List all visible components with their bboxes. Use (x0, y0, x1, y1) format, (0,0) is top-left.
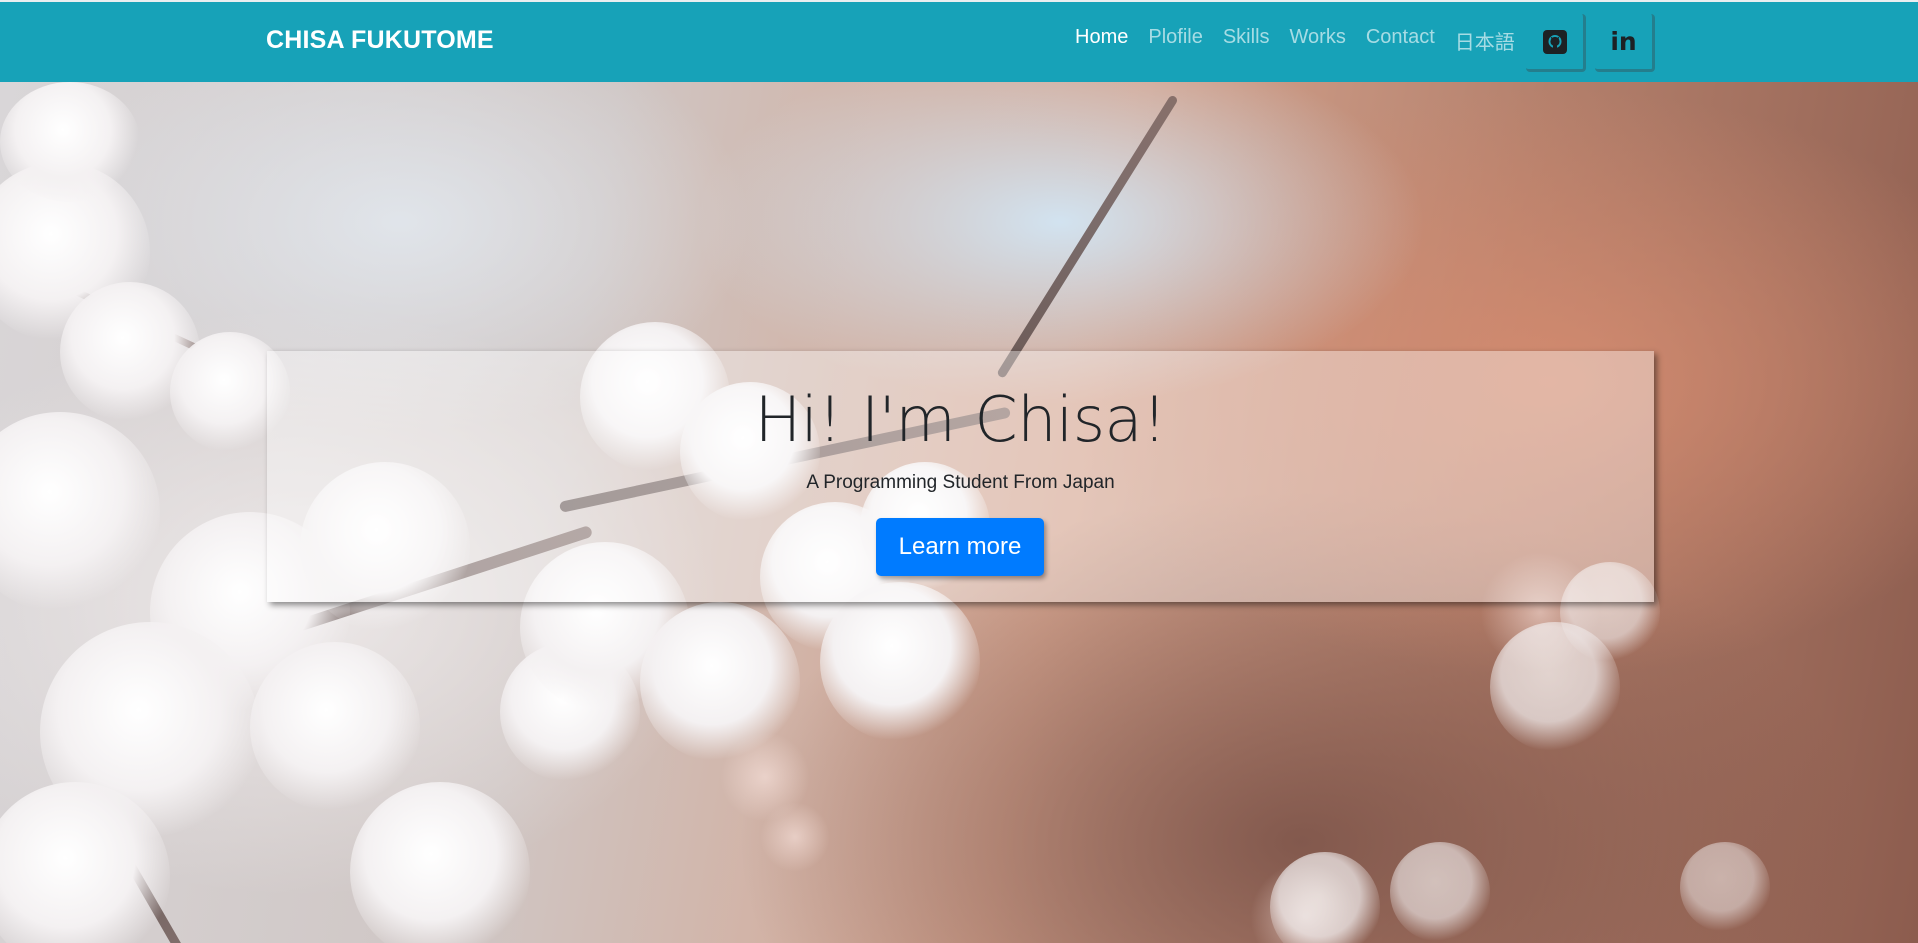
nav-link-contact[interactable]: Contact (1366, 26, 1435, 55)
brand-logo[interactable]: CHISA FUKUTOME (266, 26, 494, 55)
github-button[interactable] (1526, 14, 1586, 72)
nav-link-works[interactable]: Works (1290, 26, 1346, 55)
linkedin-button[interactable]: in (1595, 14, 1655, 72)
nav-link-japanese[interactable]: 日本語 (1455, 26, 1515, 55)
nav-link-profile[interactable]: Plofile (1148, 26, 1202, 55)
github-icon (1542, 29, 1568, 55)
hero-title: Hi! I'm Chisa! (754, 383, 1167, 456)
nav-link-home[interactable]: Home (1075, 26, 1128, 55)
hero-subtitle: A Programming Student From Japan (806, 472, 1115, 493)
linkedin-icon: in (1610, 27, 1637, 56)
nav-links: Home Plofile Skills Works Contact 日本語 (1075, 26, 1515, 55)
hero-card: Hi! I'm Chisa! A Programming Student Fro… (267, 351, 1654, 602)
navbar: CHISA FUKUTOME Home Plofile Skills Works… (0, 0, 1918, 82)
nav-link-skills[interactable]: Skills (1223, 26, 1270, 55)
page: CHISA FUKUTOME Home Plofile Skills Works… (0, 0, 1918, 943)
learn-more-button[interactable]: Learn more (876, 518, 1044, 576)
